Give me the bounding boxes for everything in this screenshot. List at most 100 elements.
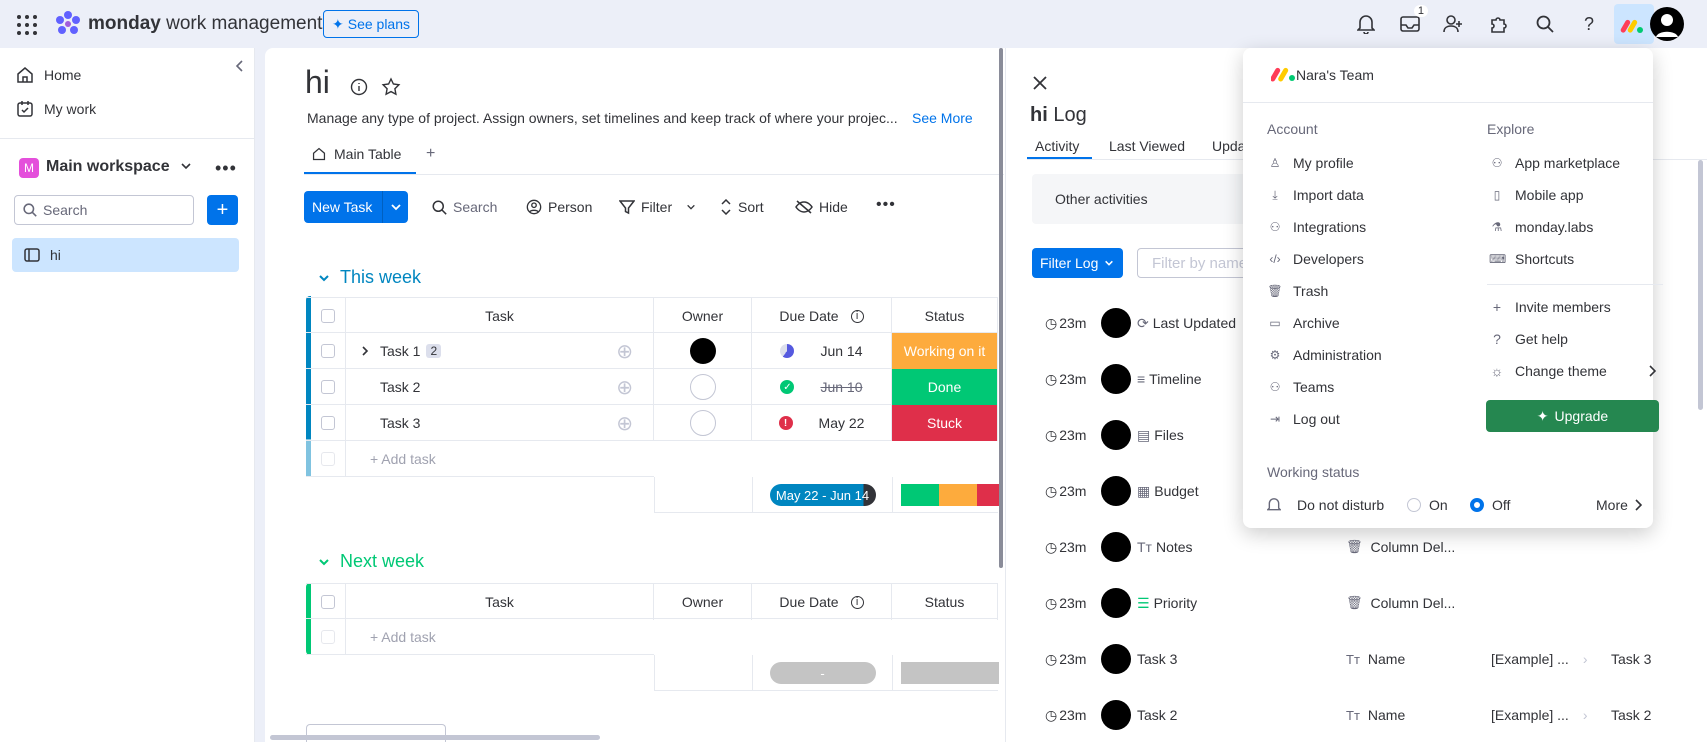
info-icon[interactable] [350,78,368,96]
log-entry[interactable]: ◷ 23m ▤ Files [1045,418,1184,452]
table-row[interactable]: Task 2 ⊕ ✓ Jun 10 Done [306,369,998,405]
see-more-link[interactable]: See More [912,110,973,126]
user-avatar[interactable] [1101,700,1131,730]
task-name[interactable]: Task 1 [380,343,420,359]
log-entry[interactable]: ◷ 23m Task 2 [1045,698,1177,732]
menu-item-app-marketplace[interactable]: ⚇ App marketplace [1489,155,1620,171]
group-title-next-week[interactable]: Next week [318,551,424,572]
menu-item-change-theme[interactable]: ☼ Change theme [1489,363,1607,379]
apps-grid-icon[interactable] [16,14,38,36]
product-switcher-button[interactable] [1614,4,1654,44]
due-date-value[interactable]: Jun 14 [820,343,862,359]
task-name[interactable]: Task 2 [380,379,420,395]
sidebar-item-home[interactable]: Home [16,66,81,84]
column-header-task[interactable]: Task [346,584,654,620]
see-plans-button[interactable]: ✦ See plans [323,10,420,38]
log-entry[interactable]: ◷ 23m ☰ Priority [1045,586,1197,620]
table-row[interactable]: Task 1 2 ⊕ Jun 14 Working on it [306,333,998,369]
add-update-icon[interactable]: ⊕ [616,411,633,436]
radio-button-selected[interactable] [1470,498,1484,512]
menu-item-my-profile[interactable]: ♙ My profile [1267,155,1354,171]
add-item-button[interactable]: + [207,195,238,225]
menu-item-log-out[interactable]: ⇥ Log out [1267,411,1340,427]
add-task-input[interactable]: + Add task [346,441,654,477]
subitems-count-badge[interactable]: 2 [426,344,442,358]
column-header-task[interactable]: Task [346,298,654,334]
status-cell[interactable]: Working on it [892,333,998,369]
add-task-row[interactable]: + Add task [306,441,654,477]
status-summary[interactable] [893,477,999,513]
column-header-due-date[interactable]: Due Date i [752,298,892,334]
invite-user-icon[interactable] [1441,12,1465,36]
board-search[interactable]: Search [432,199,497,215]
more-actions-icon[interactable]: ••• [876,196,896,214]
dnd-off-radio[interactable]: Off [1470,497,1510,513]
user-avatar[interactable] [1101,476,1131,506]
timeline-summary[interactable]: - [769,662,876,684]
row-checkbox[interactable] [321,380,335,394]
status-cell[interactable]: Done [892,369,998,405]
add-task-row[interactable]: + Add task [306,619,654,655]
menu-item-trash[interactable]: 🗑 Trash [1267,283,1328,299]
filter-log-button[interactable]: Filter Log [1032,248,1123,278]
user-avatar[interactable] [1650,7,1684,41]
close-icon[interactable] [1033,76,1047,90]
favorite-star-icon[interactable] [381,77,401,97]
dnd-on-radio[interactable]: On [1407,497,1448,513]
log-entry[interactable]: ◷ 23m Task 3 [1045,642,1177,676]
owner-avatar[interactable] [689,338,716,364]
menu-item-developers[interactable]: ‹/› Developers [1267,251,1364,267]
column-header-status[interactable]: Status [892,584,998,620]
menu-item-monday-labs[interactable]: ⚗ monday.labs [1489,219,1594,235]
sidebar-search-input[interactable]: Search [14,195,194,225]
workspace-name[interactable]: Main workspace [46,158,170,176]
chevron-down-icon[interactable] [383,201,402,213]
empty-owner-avatar-icon[interactable] [689,410,716,436]
user-avatar[interactable] [1101,588,1131,618]
select-all-checkbox[interactable] [321,595,335,609]
user-avatar[interactable] [1101,420,1131,450]
tab-updates[interactable]: Upda [1212,138,1245,154]
status-summary[interactable] [893,655,999,691]
log-entry[interactable]: ◷ 23m ⟳ Last Updated [1045,306,1236,340]
row-checkbox[interactable] [321,416,335,430]
menu-item-import-data[interactable]: ⤓ Import data [1267,187,1363,203]
hide-columns-button[interactable]: Hide [795,199,848,215]
user-avatar[interactable] [1101,532,1131,562]
timeline-summary[interactable]: May 22 - Jun 14 [769,484,876,506]
new-task-button[interactable]: New Task [304,191,408,223]
board-vertical-scrollbar[interactable] [999,48,1003,568]
menu-item-archive[interactable]: ▭ Archive [1267,315,1339,331]
horizontal-scrollbar[interactable] [270,735,600,740]
tab-main-table[interactable]: Main Table [312,146,401,162]
column-header-owner[interactable]: Owner [654,298,752,334]
notifications-bell-icon[interactable] [1354,12,1378,36]
due-date-value[interactable]: May 22 [819,415,865,431]
log-entry[interactable]: ◷ 23m Tт Notes [1045,530,1193,564]
user-avatar[interactable] [1101,364,1131,394]
table-row[interactable]: Task 3 ⊕ ! May 22 Stuck [306,405,998,441]
menu-item-teams[interactable]: ⚇ Teams [1267,379,1335,395]
add-update-icon[interactable]: ⊕ [616,375,633,400]
search-icon[interactable] [1533,12,1557,36]
column-header-owner[interactable]: Owner [654,584,752,620]
log-entry[interactable]: ◷ 23m ≡ Timeline [1045,362,1202,396]
menu-item-invite-members[interactable]: + Invite members [1489,299,1611,315]
tab-activity[interactable]: Activity [1035,138,1079,154]
inbox-icon[interactable]: 1 [1398,5,1428,36]
sidebar-item-board[interactable]: hi [12,238,239,272]
user-avatar[interactable] [1101,644,1131,674]
menu-item-administration[interactable]: ⚙ Administration [1267,347,1382,363]
more-button[interactable]: More [1596,497,1642,513]
select-all-checkbox[interactable] [321,309,335,323]
workspace-dropdown-chevron-icon[interactable] [180,160,192,172]
column-header-status[interactable]: Status [892,298,998,334]
log-vertical-scrollbar[interactable] [1698,160,1703,410]
upgrade-button[interactable]: ✦ Upgrade [1486,400,1659,432]
tab-last-viewed[interactable]: Last Viewed [1109,138,1185,154]
menu-item-integrations[interactable]: ⚇ Integrations [1267,219,1367,235]
row-checkbox[interactable] [321,344,335,358]
help-icon[interactable]: ? [1577,12,1601,36]
sort-button[interactable]: Sort [720,199,764,215]
status-cell[interactable]: Stuck [892,405,998,441]
